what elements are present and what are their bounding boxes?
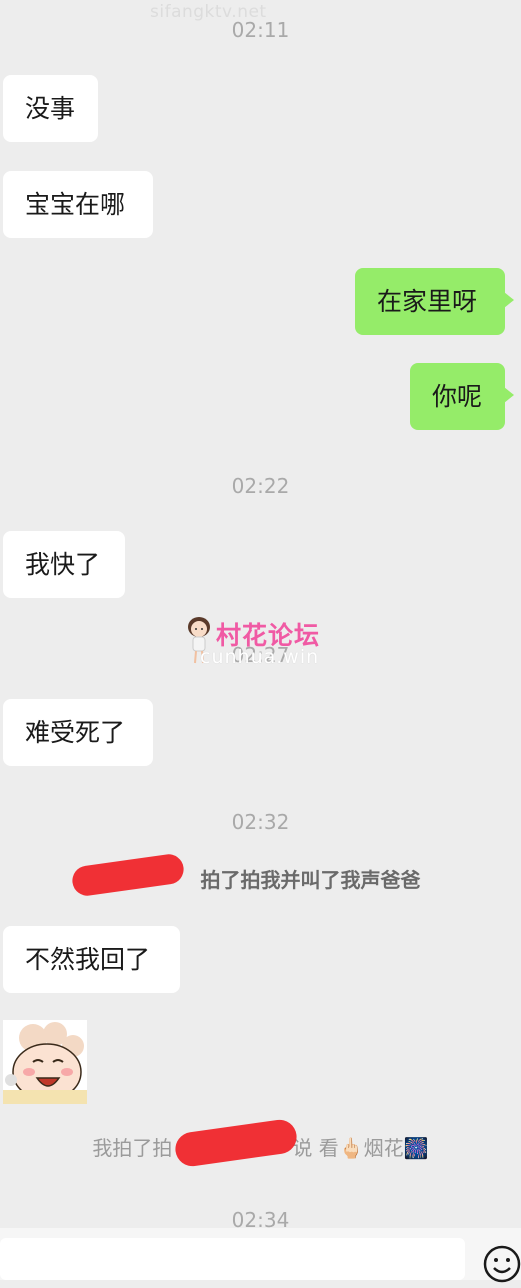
pat-notice-tail: 烟花 — [363, 1136, 404, 1160]
timestamp: 02:11 — [231, 18, 290, 42]
message-text: 不然我回了 — [25, 945, 151, 974]
pat-notice-text: 拍了拍我并叫了我声爸爸 — [200, 868, 421, 892]
firework-icon: 🎆 — [403, 1136, 429, 1160]
message-bubble-left[interactable]: 宝宝在哪 — [3, 171, 153, 238]
laughing-face-icon — [3, 1020, 87, 1104]
middle-finger-icon: 🖕🏻 — [338, 1136, 364, 1160]
message-text: 你呢 — [432, 382, 483, 411]
timestamp: 02:32 — [231, 810, 290, 834]
emoji-button[interactable] — [482, 1244, 521, 1284]
message-bubble-left[interactable]: 我快了 — [3, 531, 125, 598]
pat-notice-suffix: 说 看 — [292, 1136, 339, 1160]
message-bubble-left[interactable]: 难受死了 — [3, 699, 153, 766]
message-text: 我快了 — [25, 550, 101, 579]
message-input[interactable] — [0, 1238, 465, 1280]
forum-watermark: 村花论坛 cunhua.win — [188, 616, 350, 668]
message-bubble-right[interactable]: 你呢 — [410, 363, 514, 430]
smiley-icon — [483, 1245, 521, 1283]
message-text: 没事 — [25, 94, 76, 123]
message-text: 在家里呀 — [377, 287, 478, 316]
laughing-cartoon-sticker[interactable] — [3, 1020, 87, 1104]
forum-watermark-url: cunhua.win — [200, 646, 320, 668]
message-bubble-left[interactable]: 没事 — [3, 75, 98, 142]
message-text: 宝宝在哪 — [25, 190, 126, 219]
message-bubble-left[interactable]: 不然我回了 — [3, 926, 180, 993]
message-text: 难受死了 — [25, 718, 126, 747]
pat-notice-prefix: 我拍了拍 — [92, 1136, 173, 1160]
timestamp: 02:22 — [231, 474, 290, 498]
message-bubble-right[interactable]: 在家里呀 — [355, 268, 514, 335]
